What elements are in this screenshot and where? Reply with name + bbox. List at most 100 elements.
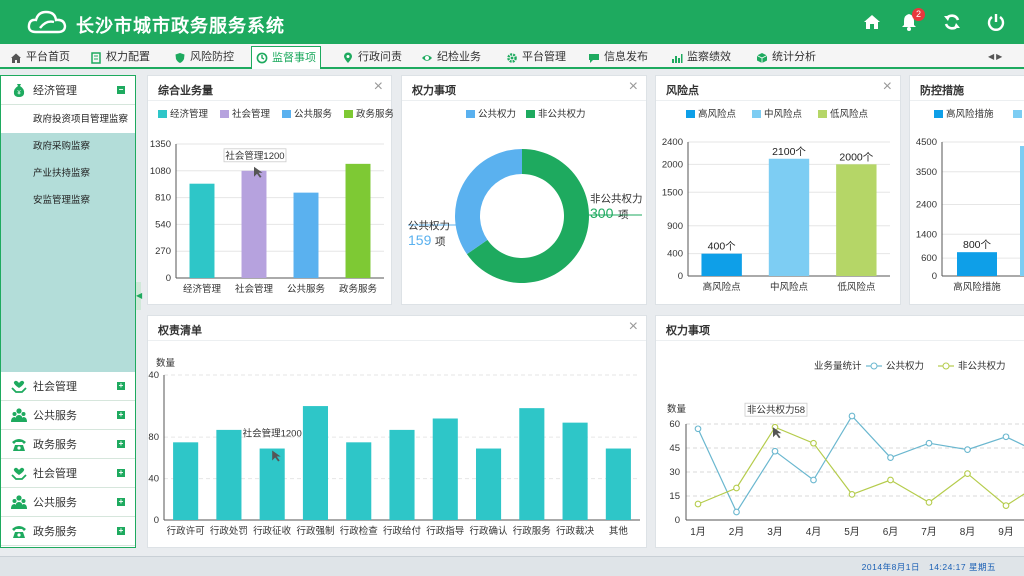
legend-label: 经济管理 — [170, 108, 209, 120]
sidebar-section-economy[interactable]: ¥ 经济管理 − — [1, 76, 135, 105]
y-tick-label: 30 — [669, 467, 680, 478]
expand-toggle-icon[interactable]: + — [117, 411, 125, 419]
tab-power-config[interactable]: 权力配置 — [86, 47, 154, 68]
sidebar-section-label: 社会管理 — [33, 381, 77, 393]
x-tick-label: 2月 — [729, 526, 745, 538]
tab-supervision[interactable]: 监督事项 — [251, 46, 321, 69]
y-tick-label: 600 — [921, 253, 937, 264]
bar — [605, 448, 631, 520]
expand-toggle-icon[interactable]: + — [117, 440, 125, 448]
x-tick-label: 公共服务 — [287, 283, 326, 295]
bar-partial — [1020, 146, 1024, 276]
location-icon — [344, 52, 352, 63]
bar — [189, 183, 215, 278]
x-tick-label: 行政裁决 — [556, 525, 595, 537]
power-trend-line-chart: 业务量统计 公共权力 非公共权力数量 0 15 30 45 60 1月 2月 3月 4月 5月 6月 7月 8… — [667, 360, 1024, 538]
close-icon[interactable]: × — [629, 318, 638, 336]
refresh-icon[interactable] — [942, 12, 962, 32]
sidebar-collapse-handle-icon[interactable]: ◀ — [136, 282, 142, 310]
tab-label: 信息发布 — [604, 51, 648, 63]
tab-accountability[interactable]: 行政问责 — [338, 47, 406, 68]
legend-swatch — [526, 110, 535, 118]
expand-toggle-icon[interactable]: + — [117, 469, 125, 477]
people-icon — [11, 408, 27, 422]
home-icon — [11, 53, 21, 63]
sidebar-subitem-procurement[interactable]: 政府采购监察 — [1, 133, 135, 160]
legend-label: 高风险措施 — [946, 108, 994, 120]
x-tick-label: 8月 — [960, 526, 976, 538]
legend-swatch — [1013, 110, 1022, 118]
y-axis-label: 数量 — [156, 357, 176, 369]
close-icon[interactable]: × — [374, 78, 383, 96]
tab-scroll-arrows-icon[interactable]: ◀▶ — [988, 52, 1004, 61]
tab-label: 行政问责 — [358, 51, 402, 63]
panel-title: 权责清单 — [158, 325, 202, 337]
expand-toggle-icon[interactable]: + — [117, 498, 125, 506]
tab-discipline[interactable]: 纪检业务 — [417, 47, 485, 68]
sidebar-submenu: 政府投资项目管理监察 政府采购监察 产业扶持监察 安监管理监察 — [1, 106, 135, 372]
x-tick-label: 低风险点 — [837, 281, 876, 293]
tab-label: 平台管理 — [522, 51, 566, 63]
tab-home[interactable]: 平台首页 — [6, 47, 74, 68]
bar — [216, 429, 242, 520]
tab-label: 监察绩效 — [687, 51, 731, 63]
phone-icon — [12, 526, 26, 538]
tab-statistics[interactable]: 统计分析 — [752, 47, 820, 68]
sidebar-subitem-investment[interactable]: 政府投资项目管理监察 — [1, 106, 135, 133]
prevention-measures-panel: 防控措施 高风险措施 0 600 1400 2400 3500 4500 800个 高风险措施 — [909, 75, 1024, 305]
tab-info-publish[interactable]: 信息发布 — [584, 47, 652, 68]
x-tick-label: 6月 — [883, 526, 899, 538]
sidebar-section-public[interactable]: 公共服务 + — [1, 401, 135, 430]
tab-label: 监督事项 — [272, 51, 316, 64]
series-point — [694, 425, 702, 433]
close-icon[interactable]: × — [629, 78, 638, 96]
x-tick-label: 9月 — [998, 526, 1014, 538]
y-tick-label: 0 — [675, 515, 680, 526]
panel-header — [148, 316, 646, 341]
sidebar-subitem-industry[interactable]: 产业扶持监察 — [1, 160, 135, 187]
sidebar-section-label: 政务服务 — [33, 526, 77, 538]
close-icon[interactable]: × — [883, 78, 892, 96]
panel-title: 权力事项 — [666, 325, 710, 337]
tab-performance[interactable]: 监察绩效 — [667, 47, 735, 68]
document-icon — [91, 51, 101, 64]
expand-toggle-icon[interactable]: + — [117, 382, 125, 390]
y-tick-label: 1400 — [916, 229, 937, 240]
home-icon[interactable] — [862, 12, 882, 32]
series-point — [925, 499, 933, 506]
bar — [346, 442, 372, 520]
tooltip-text: 社会管理1200 — [225, 150, 284, 162]
sidebar-section-social-2[interactable]: 社会管理 + — [1, 459, 135, 488]
expand-toggle-icon[interactable]: + — [117, 527, 125, 535]
money-bag-icon: ¥ — [13, 84, 25, 97]
x-tick-label: 行政处罚 — [210, 525, 248, 537]
responsibility-list-panel: 权责清单 × 数量 0 40 80 140 行政许可行政处罚行政征收行政强制行政检查行政给… — [147, 315, 647, 548]
x-tick-label: 3月 — [767, 526, 783, 538]
sidebar-section-label: 政务服务 — [33, 439, 77, 451]
tab-platform-mgmt[interactable]: 平台管理 — [502, 47, 570, 68]
bar — [836, 164, 877, 276]
legend-swatch — [282, 110, 291, 118]
series-point — [964, 446, 971, 453]
legend-swatch — [752, 110, 761, 118]
sidebar-section-public-2[interactable]: 公共服务 + — [1, 488, 135, 517]
sidebar-section-government-2[interactable]: 政务服务 + — [1, 517, 135, 546]
tab-risk-control[interactable]: 风险防控 — [170, 47, 238, 68]
y-tick-label: 60 — [669, 419, 680, 430]
tab-label: 纪检业务 — [437, 51, 481, 63]
legend-swatch — [686, 110, 695, 118]
power-trend-panel: 权力事项 业务量统计 公共权力 非公共权力 数量 0 15 30 45 60 1月 2月 3月 4月 5月… — [655, 315, 1024, 548]
panel-title: 防控措施 — [920, 85, 964, 97]
y-tick-label: 400 — [667, 249, 683, 260]
sidebar-subitem-safety[interactable]: 安监管理监察 — [1, 187, 135, 214]
legend-swatch — [158, 110, 167, 118]
x-tick-label: 1月 — [690, 526, 706, 538]
power-icon[interactable] — [986, 12, 1006, 32]
x-tick-label: 政务服务 — [339, 283, 378, 295]
y-tick-label: 140 — [148, 370, 159, 381]
sidebar-section-government[interactable]: 政务服务 + — [1, 430, 135, 459]
sidebar-section-social[interactable]: 社会管理 + — [1, 372, 135, 401]
legend-label: 公共服务 — [294, 108, 333, 120]
collapse-toggle-icon[interactable]: − — [117, 86, 125, 94]
heart-hands-icon — [11, 380, 27, 393]
